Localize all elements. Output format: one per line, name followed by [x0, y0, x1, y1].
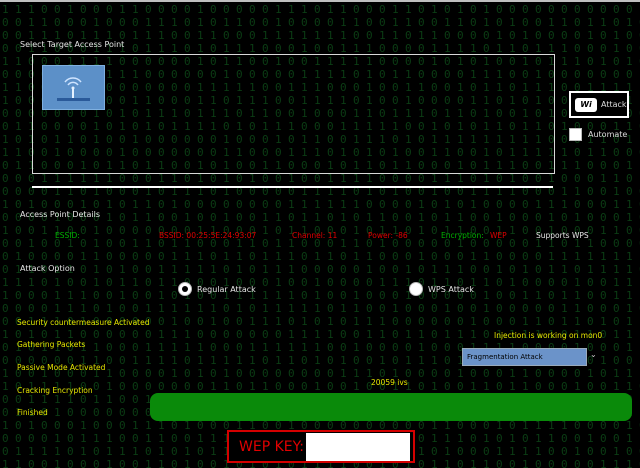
- status-item: Security countermeasure Activated: [17, 318, 150, 327]
- channel-value: Channel: 11: [292, 231, 338, 240]
- regular-attack-label: Regular Attack: [197, 285, 256, 294]
- wps-support: Supports WPS: [536, 231, 589, 240]
- attack-button-label: Attack: [601, 100, 627, 109]
- essid-label: ESSID:: [55, 231, 80, 240]
- regular-attack-radio[interactable]: [178, 282, 192, 296]
- encryption-value: WEP: [490, 231, 507, 240]
- progress-bar: [150, 393, 632, 421]
- bssid-value: BSSID: 00:25:5E:24:93:07: [159, 231, 257, 240]
- wifi-tower-icon: [43, 66, 104, 109]
- matrix-column: 0 1 0 0 0 1 0 1 0 0 1 0 1 1 0 0 0 0 0 0 …: [15, 0, 22, 468]
- automate-label: Automate: [588, 130, 628, 139]
- attack-option-title: Attack Option: [20, 264, 75, 273]
- wps-attack-radio[interactable]: [409, 282, 423, 296]
- attack-button[interactable]: Wi Attack: [569, 91, 629, 118]
- status-item: Passive Mode Activated: [17, 363, 106, 372]
- wifi-logo-icon: Wi: [575, 97, 597, 112]
- status-item: Cracking Encryption: [17, 386, 93, 395]
- ap-details-title: Access Point Details: [20, 210, 101, 219]
- top-border: [0, 0, 640, 2]
- status-item: Gathering Packets: [17, 340, 86, 349]
- power-value: Power: -86: [368, 231, 408, 240]
- automate-checkbox[interactable]: [569, 128, 582, 141]
- select-target-title: Select Target Access Point: [20, 40, 125, 49]
- matrix-column: 0 1 0 0 0 1 0 1 1 0 0 1 1 0 0 0 1 0 1 0 …: [2, 0, 9, 468]
- attack-type-select[interactable]: Fragmentation Attack: [462, 348, 587, 366]
- access-point-list[interactable]: [32, 54, 555, 174]
- status-item: Finished: [17, 408, 48, 417]
- attack-type-value: Fragmentation Attack: [467, 353, 543, 361]
- access-point-icon[interactable]: [42, 65, 105, 110]
- chevron-down-icon[interactable]: ⌄: [590, 350, 597, 359]
- wps-attack-label: WPS Attack: [428, 285, 474, 294]
- ivs-count: 20059 ivs: [371, 378, 408, 387]
- injection-status: Injection is working on mon0: [494, 331, 603, 340]
- wep-key-field[interactable]: [306, 432, 411, 461]
- wep-key-panel: WEP KEY:: [227, 430, 415, 463]
- wep-key-label: WEP KEY:: [239, 438, 305, 455]
- encryption-label: Encryption:: [441, 231, 484, 240]
- separator-line: [32, 186, 553, 188]
